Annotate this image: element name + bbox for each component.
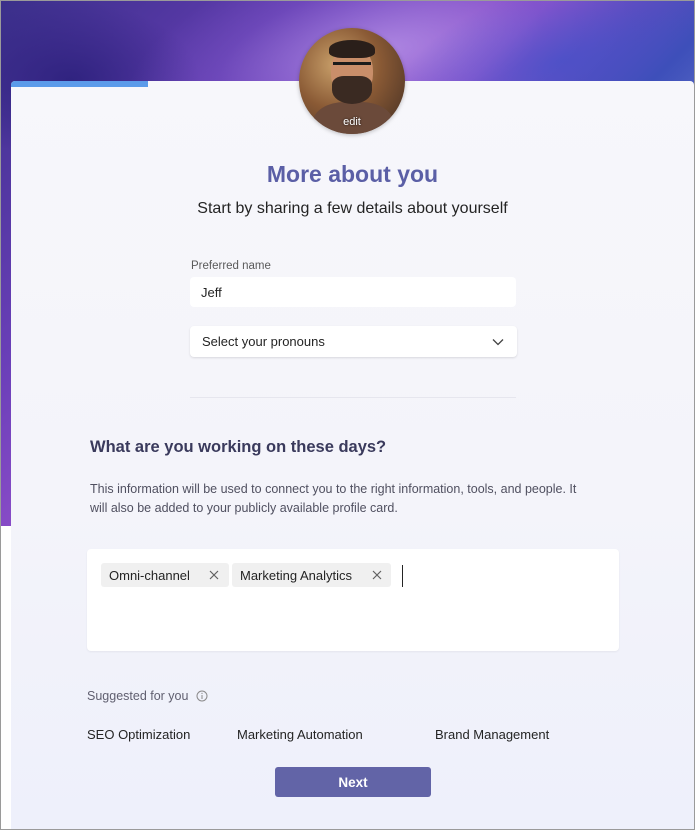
pronouns-placeholder: Select your pronouns: [202, 334, 325, 349]
avatar-hair: [329, 40, 375, 58]
topic-tag: Marketing Analytics: [232, 563, 391, 587]
profile-avatar[interactable]: edit: [299, 28, 405, 134]
window: edit More about you Start by sharing a f…: [0, 0, 695, 830]
suggestion-marketing-automation[interactable]: Marketing Automation: [237, 727, 363, 742]
working-on-description: This information will be used to connect…: [90, 482, 577, 515]
avatar-edit-label[interactable]: edit: [299, 116, 405, 128]
topic-tag-label: Omni-channel: [109, 567, 190, 583]
suggestion-brand-management[interactable]: Brand Management: [435, 727, 549, 742]
next-button[interactable]: Next: [275, 767, 431, 797]
topic-tag-label: Marketing Analytics: [240, 567, 352, 583]
suggestion-seo-optimization[interactable]: SEO Optimization: [87, 727, 190, 742]
page-subtitle: Start by sharing a few details about you…: [197, 200, 508, 217]
pronouns-dropdown[interactable]: Select your pronouns: [190, 326, 517, 357]
topics-input[interactable]: Omni-channel Marketing Analytics: [87, 549, 619, 651]
preferred-name-label: Preferred name: [191, 260, 271, 272]
topic-tag: Omni-channel: [101, 563, 229, 587]
page-title: More about you: [266, 161, 439, 187]
chevron-down-icon: [492, 338, 504, 345]
close-icon[interactable]: [208, 569, 220, 581]
section-divider: [190, 397, 516, 398]
progress-fill: [11, 81, 148, 87]
close-icon[interactable]: [371, 569, 383, 581]
avatar-glasses: [333, 62, 371, 77]
info-icon[interactable]: [196, 690, 208, 702]
preferred-name-input[interactable]: [190, 277, 516, 307]
working-on-heading: What are you working on these days?: [90, 438, 387, 456]
avatar-beard: [332, 76, 372, 104]
suggested-label-text: Suggested for you: [87, 689, 189, 703]
text-caret: [402, 565, 403, 587]
suggested-label: Suggested for you: [87, 689, 208, 703]
